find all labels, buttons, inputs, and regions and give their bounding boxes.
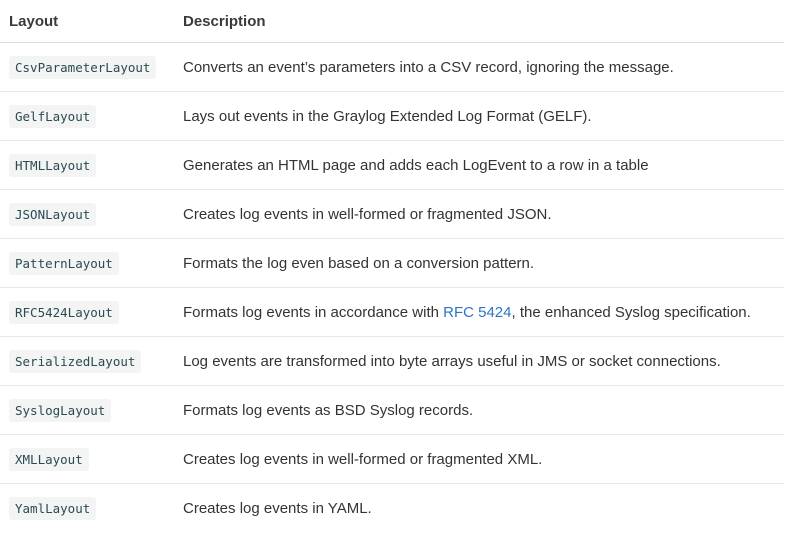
table-row: GelfLayout Lays out events in the Graylo… [0,91,784,141]
table-row: SerializedLayout Log events are transfor… [0,336,784,386]
rfc-5424-link[interactable]: RFC 5424 [443,304,511,321]
layout-name-cell: YamlLayout [0,484,180,533]
table-row: PatternLayout Formats the log even based… [0,238,784,288]
layout-description: Formats log events in accordance with RF… [180,287,784,337]
table-row: HTMLLayout Generates an HTML page and ad… [0,140,784,190]
layout-name-code: YamlLayout [9,496,97,520]
layouts-table: Layout Description CsvParameterLayout Co… [0,0,784,532]
layout-description: Formats the log even based on a conversi… [180,238,784,288]
layout-name-code: HTMLLayout [9,153,97,177]
layout-description: Creates log events in YAML. [183,499,372,517]
table-row: JSONLayout Creates log events in well-fo… [0,189,784,239]
layout-name-code: JSONLayout [9,202,97,226]
layout-description: Converts an event’s parameters into a CS… [180,42,784,92]
table-row: XMLLayout Creates log events in well-for… [0,434,784,484]
description-text: Formats log events in accordance with [183,303,444,321]
table-row: CsvParameterLayout Converts an event’s p… [0,42,784,92]
layout-name-cell: SyslogLayout [0,385,180,435]
layout-name-cell: XMLLayout [0,434,180,484]
layout-name-cell: JSONLayout [0,189,180,239]
layout-description: Generates an HTML page and adds each Log… [180,140,784,190]
layout-name-cell: HTMLLayout [0,140,180,190]
table-row: YamlLayout Creates log events in YAML. [0,484,784,533]
column-header-layout: Layout [0,0,180,43]
layout-name-code: RFC5424Layout [9,300,119,324]
layout-description: Creates log events in well-formed or fra… [180,189,784,239]
layout-name-code: SerializedLayout [9,349,142,373]
table-row: SyslogLayout Formats log events as BSD S… [0,385,784,435]
layout-name-cell: PatternLayout [0,238,180,288]
layout-name-code: SyslogLayout [9,398,112,422]
layout-name-cell: GelfLayout [0,91,180,141]
layout-description: Formats log events as BSD Syslog records… [180,385,784,435]
layout-description: Lays out events in the Graylog Extended … [180,91,784,141]
layout-name-code: XMLLayout [9,447,89,471]
layout-description: Log events are transformed into byte arr… [180,336,784,386]
table-header-row: Layout Description [0,0,784,43]
layout-name-code: PatternLayout [9,251,119,275]
column-header-description: Description [180,0,784,43]
layout-name-code: CsvParameterLayout [9,55,157,79]
layout-name-code: GelfLayout [9,104,97,128]
layout-description: Creates log events in well-formed or fra… [180,434,784,484]
layout-name-cell: RFC5424Layout [0,287,180,337]
table-row: RFC5424Layout Formats log events in acco… [0,287,784,337]
layout-name-cell: SerializedLayout [0,336,180,386]
description-text: , the enhanced Syslog specification. [511,303,751,321]
layout-name-cell: CsvParameterLayout [0,42,180,92]
